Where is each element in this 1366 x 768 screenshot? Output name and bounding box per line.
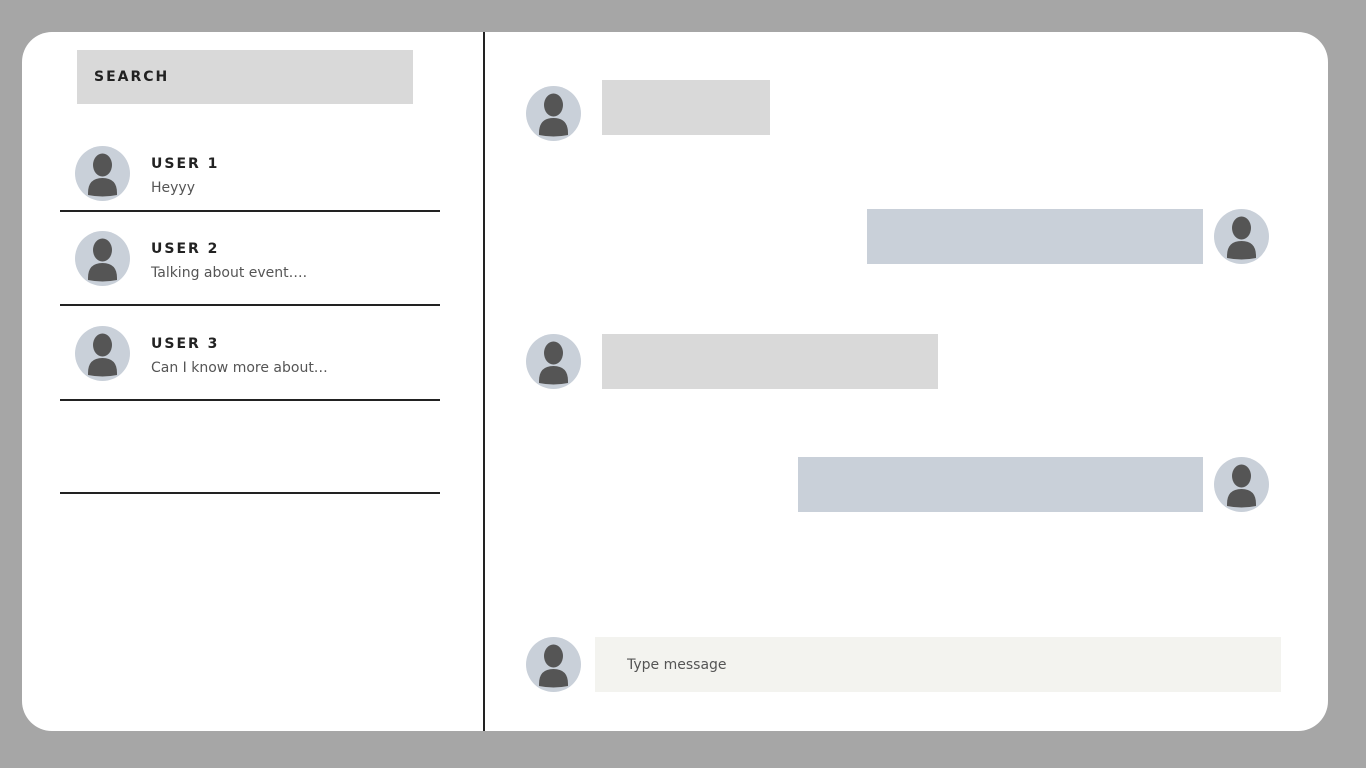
user-avatar-icon bbox=[75, 326, 130, 381]
conversation-name: USER 3 bbox=[151, 336, 220, 352]
outgoing-message-bubble bbox=[867, 209, 1203, 264]
conversation-preview: Can I know more about… bbox=[151, 360, 328, 376]
incoming-message-bubble bbox=[602, 80, 770, 135]
user-avatar-icon bbox=[1214, 209, 1269, 264]
chat-app-window: SEARCH USER 1 Heyyy USER 2 Talking about… bbox=[22, 32, 1328, 731]
list-divider bbox=[60, 210, 440, 212]
user-avatar-icon bbox=[75, 231, 130, 286]
message-input[interactable] bbox=[595, 637, 1281, 692]
list-divider bbox=[60, 399, 440, 401]
user-avatar-icon bbox=[526, 334, 581, 389]
panel-divider bbox=[483, 32, 485, 731]
conversation-item-user-1[interactable]: USER 1 Heyyy bbox=[60, 145, 440, 235]
outgoing-message-bubble bbox=[798, 457, 1203, 512]
conversation-item-user-3[interactable]: USER 3 Can I know more about… bbox=[60, 325, 440, 415]
search-label: SEARCH bbox=[94, 69, 170, 85]
conversation-name: USER 2 bbox=[151, 241, 220, 257]
user-avatar-icon bbox=[526, 86, 581, 141]
list-divider bbox=[60, 304, 440, 306]
user-avatar-icon bbox=[526, 637, 581, 692]
conversation-preview: Heyyy bbox=[151, 180, 195, 196]
conversation-item-user-2[interactable]: USER 2 Talking about event…. bbox=[60, 230, 440, 320]
conversation-name: USER 1 bbox=[151, 156, 220, 172]
user-avatar-icon bbox=[1214, 457, 1269, 512]
list-divider bbox=[60, 492, 440, 494]
conversation-preview: Talking about event…. bbox=[151, 265, 308, 281]
user-avatar-icon bbox=[75, 146, 130, 201]
incoming-message-bubble bbox=[602, 334, 938, 389]
search-input[interactable]: SEARCH bbox=[77, 50, 413, 104]
